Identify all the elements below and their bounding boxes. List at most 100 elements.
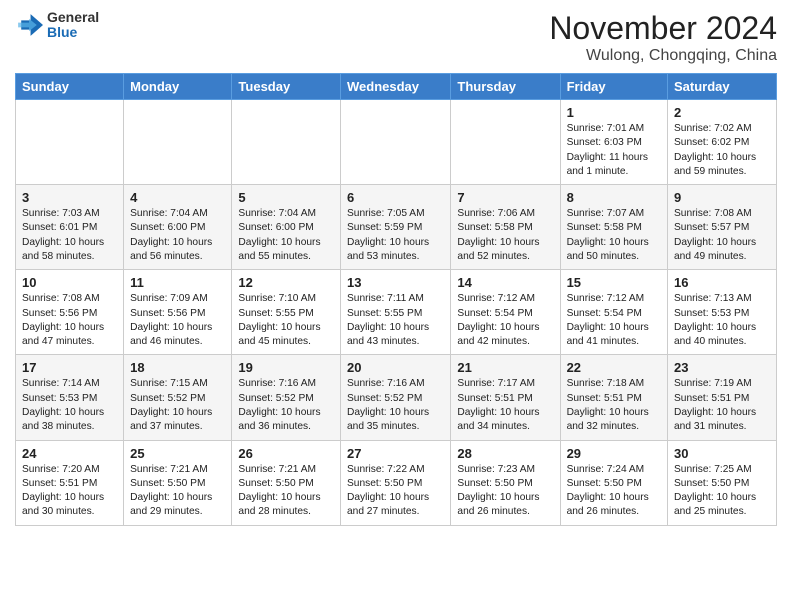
day-info: Sunrise: 7:14 AM Sunset: 5:53 PM Dayligh… (22, 377, 117, 434)
table-row: 17 Sunrise: 7:14 AM Sunset: 5:53 PM Dayli… (16, 355, 124, 440)
day-info: Sunrise: 7:16 AM Sunset: 5:52 PM Dayligh… (347, 377, 444, 434)
day-number: 5 (238, 190, 334, 205)
table-row (232, 100, 341, 185)
day-info: Sunrise: 7:01 AM Sunset: 6:03 PM Dayligh… (567, 122, 661, 179)
day-number: 19 (238, 360, 334, 375)
day-number: 25 (130, 446, 225, 461)
table-row (340, 100, 450, 185)
day-number: 11 (130, 275, 225, 290)
table-row: 21Sunrise: 7:17 AM Sunset: 5:51 PM Dayli… (451, 355, 560, 440)
table-row: 16 Sunrise: 7:13 AM Sunset: 5:53 PM Dayli… (668, 270, 777, 355)
day-info: Sunrise: 7:03 AM Sunset: 6:01 PM Dayligh… (22, 207, 117, 264)
logo-blue: Blue (47, 25, 99, 40)
day-info: Sunrise: 7:20 AM Sunset: 5:51 PM Dayligh… (22, 463, 117, 520)
calendar-week-row: 24 Sunrise: 7:20 AM Sunset: 5:51 PM Dayli… (16, 440, 777, 525)
col-sunday: Sunday (16, 74, 124, 100)
table-row: 13Sunrise: 7:11 AM Sunset: 5:55 PM Dayli… (340, 270, 450, 355)
table-row: 25 Sunrise: 7:21 AM Sunset: 5:50 PM Dayli… (124, 440, 232, 525)
day-number: 23 (674, 360, 770, 375)
calendar: Sunday Monday Tuesday Wednesday Thursday… (15, 73, 777, 526)
day-info: Sunrise: 7:09 AM Sunset: 5:56 PM Dayligh… (130, 292, 225, 349)
table-row: 12 Sunrise: 7:10 AM Sunset: 5:55 PM Dayli… (232, 270, 341, 355)
day-number: 24 (22, 446, 117, 461)
col-wednesday: Wednesday (340, 74, 450, 100)
calendar-week-row: 1 Sunrise: 7:01 AM Sunset: 6:03 PM Daylig… (16, 100, 777, 185)
day-info: Sunrise: 7:24 AM Sunset: 5:50 PM Dayligh… (567, 463, 661, 520)
day-number: 6 (347, 190, 444, 205)
page: General Blue November 2024 Wulong, Chong… (0, 0, 792, 536)
table-row: 9 Sunrise: 7:08 AM Sunset: 5:57 PM Daylig… (668, 185, 777, 270)
day-number: 7 (457, 190, 553, 205)
day-number: 14 (457, 275, 553, 290)
table-row: 14 Sunrise: 7:12 AM Sunset: 5:54 PM Dayli… (451, 270, 560, 355)
day-number: 15 (567, 275, 661, 290)
day-info: Sunrise: 7:04 AM Sunset: 6:00 PM Dayligh… (238, 207, 334, 264)
day-info: Sunrise: 7:10 AM Sunset: 5:55 PM Dayligh… (238, 292, 334, 349)
day-info: Sunrise: 7:13 AM Sunset: 5:53 PM Dayligh… (674, 292, 770, 349)
table-row: 15Sunrise: 7:12 AM Sunset: 5:54 PM Dayli… (560, 270, 667, 355)
table-row: 5 Sunrise: 7:04 AM Sunset: 6:00 PM Daylig… (232, 185, 341, 270)
day-number: 13 (347, 275, 444, 290)
logo-icon (15, 11, 43, 39)
day-number: 12 (238, 275, 334, 290)
day-number: 10 (22, 275, 117, 290)
day-number: 30 (674, 446, 770, 461)
table-row: 6 Sunrise: 7:05 AM Sunset: 5:59 PM Daylig… (340, 185, 450, 270)
day-number: 2 (674, 105, 770, 120)
day-info: Sunrise: 7:15 AM Sunset: 5:52 PM Dayligh… (130, 377, 225, 434)
location-title: Wulong, Chongqing, China (549, 47, 777, 65)
day-info: Sunrise: 7:12 AM Sunset: 5:54 PM Dayligh… (457, 292, 553, 349)
calendar-week-row: 17 Sunrise: 7:14 AM Sunset: 5:53 PM Dayli… (16, 355, 777, 440)
table-row: 23 Sunrise: 7:19 AM Sunset: 5:51 PM Dayli… (668, 355, 777, 440)
day-info: Sunrise: 7:25 AM Sunset: 5:50 PM Dayligh… (674, 463, 770, 520)
calendar-week-row: 10Sunrise: 7:08 AM Sunset: 5:56 PM Dayli… (16, 270, 777, 355)
day-info: Sunrise: 7:22 AM Sunset: 5:50 PM Dayligh… (347, 463, 444, 520)
day-number: 17 (22, 360, 117, 375)
day-info: Sunrise: 7:21 AM Sunset: 5:50 PM Dayligh… (238, 463, 334, 520)
day-info: Sunrise: 7:21 AM Sunset: 5:50 PM Dayligh… (130, 463, 225, 520)
logo-general: General (47, 10, 99, 25)
col-saturday: Saturday (668, 74, 777, 100)
table-row (124, 100, 232, 185)
col-thursday: Thursday (451, 74, 560, 100)
day-info: Sunrise: 7:19 AM Sunset: 5:51 PM Dayligh… (674, 377, 770, 434)
day-number: 28 (457, 446, 553, 461)
day-number: 20 (347, 360, 444, 375)
day-number: 4 (130, 190, 225, 205)
logo-text: General Blue (47, 10, 99, 41)
day-info: Sunrise: 7:08 AM Sunset: 5:57 PM Dayligh… (674, 207, 770, 264)
table-row: 10Sunrise: 7:08 AM Sunset: 5:56 PM Dayli… (16, 270, 124, 355)
header: General Blue November 2024 Wulong, Chong… (15, 10, 777, 65)
day-info: Sunrise: 7:16 AM Sunset: 5:52 PM Dayligh… (238, 377, 334, 434)
day-number: 22 (567, 360, 661, 375)
table-row: 4 Sunrise: 7:04 AM Sunset: 6:00 PM Daylig… (124, 185, 232, 270)
table-row: 20 Sunrise: 7:16 AM Sunset: 5:52 PM Dayli… (340, 355, 450, 440)
day-info: Sunrise: 7:18 AM Sunset: 5:51 PM Dayligh… (567, 377, 661, 434)
day-info: Sunrise: 7:02 AM Sunset: 6:02 PM Dayligh… (674, 122, 770, 179)
table-row: 3 Sunrise: 7:03 AM Sunset: 6:01 PM Daylig… (16, 185, 124, 270)
day-info: Sunrise: 7:17 AM Sunset: 5:51 PM Dayligh… (457, 377, 553, 434)
table-row: 30 Sunrise: 7:25 AM Sunset: 5:50 PM Dayli… (668, 440, 777, 525)
table-row: 2 Sunrise: 7:02 AM Sunset: 6:02 PM Daylig… (668, 100, 777, 185)
day-info: Sunrise: 7:05 AM Sunset: 5:59 PM Dayligh… (347, 207, 444, 264)
day-info: Sunrise: 7:23 AM Sunset: 5:50 PM Dayligh… (457, 463, 553, 520)
day-number: 1 (567, 105, 661, 120)
logo: General Blue (15, 10, 99, 41)
table-row (16, 100, 124, 185)
day-number: 9 (674, 190, 770, 205)
table-row: 8 Sunrise: 7:07 AM Sunset: 5:58 PM Daylig… (560, 185, 667, 270)
calendar-week-row: 3 Sunrise: 7:03 AM Sunset: 6:01 PM Daylig… (16, 185, 777, 270)
day-number: 8 (567, 190, 661, 205)
weekday-row: Sunday Monday Tuesday Wednesday Thursday… (16, 74, 777, 100)
day-info: Sunrise: 7:07 AM Sunset: 5:58 PM Dayligh… (567, 207, 661, 264)
table-row: 29Sunrise: 7:24 AM Sunset: 5:50 PM Dayli… (560, 440, 667, 525)
table-row: 18Sunrise: 7:15 AM Sunset: 5:52 PM Dayli… (124, 355, 232, 440)
col-tuesday: Tuesday (232, 74, 341, 100)
table-row: 22 Sunrise: 7:18 AM Sunset: 5:51 PM Dayli… (560, 355, 667, 440)
table-row: 24 Sunrise: 7:20 AM Sunset: 5:51 PM Dayli… (16, 440, 124, 525)
day-number: 16 (674, 275, 770, 290)
day-number: 3 (22, 190, 117, 205)
title-block: November 2024 Wulong, Chongqing, China (549, 10, 777, 65)
calendar-header: Sunday Monday Tuesday Wednesday Thursday… (16, 74, 777, 100)
day-info: Sunrise: 7:04 AM Sunset: 6:00 PM Dayligh… (130, 207, 225, 264)
